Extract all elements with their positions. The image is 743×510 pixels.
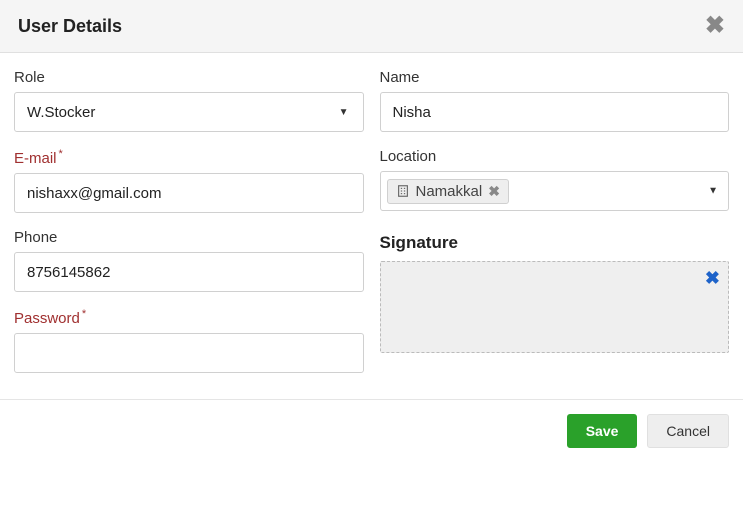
location-tag: Namakkal ✖ <box>387 179 509 204</box>
close-icon[interactable]: ✖ <box>705 14 725 38</box>
email-label: E-mail* <box>14 148 364 167</box>
building-icon <box>396 184 410 198</box>
phone-field[interactable] <box>27 264 351 281</box>
signature-clear-icon[interactable]: ✖ <box>705 268 720 289</box>
chevron-down-icon: ▼ <box>339 107 349 118</box>
location-tag-label: Namakkal <box>416 183 483 200</box>
dialog-title: User Details <box>18 16 122 37</box>
password-label: Password* <box>14 308 364 327</box>
phone-label: Phone <box>14 229 364 246</box>
cancel-button[interactable]: Cancel <box>647 414 729 448</box>
save-button[interactable]: Save <box>567 414 638 448</box>
name-field[interactable] <box>393 104 717 121</box>
location-multiselect[interactable]: Namakkal ✖ ▼ <box>380 171 730 211</box>
name-label: Name <box>380 69 730 86</box>
email-field[interactable] <box>27 185 351 202</box>
chevron-down-icon: ▼ <box>708 186 718 197</box>
signature-box[interactable]: ✖ <box>380 261 730 353</box>
role-label: Role <box>14 69 364 86</box>
location-label: Location <box>380 148 730 165</box>
tag-remove-icon[interactable]: ✖ <box>488 183 500 200</box>
password-field[interactable] <box>27 345 351 362</box>
role-value: W.Stocker <box>27 104 95 121</box>
signature-label: Signature <box>380 233 730 253</box>
role-select[interactable]: W.Stocker ▼ <box>14 92 364 132</box>
